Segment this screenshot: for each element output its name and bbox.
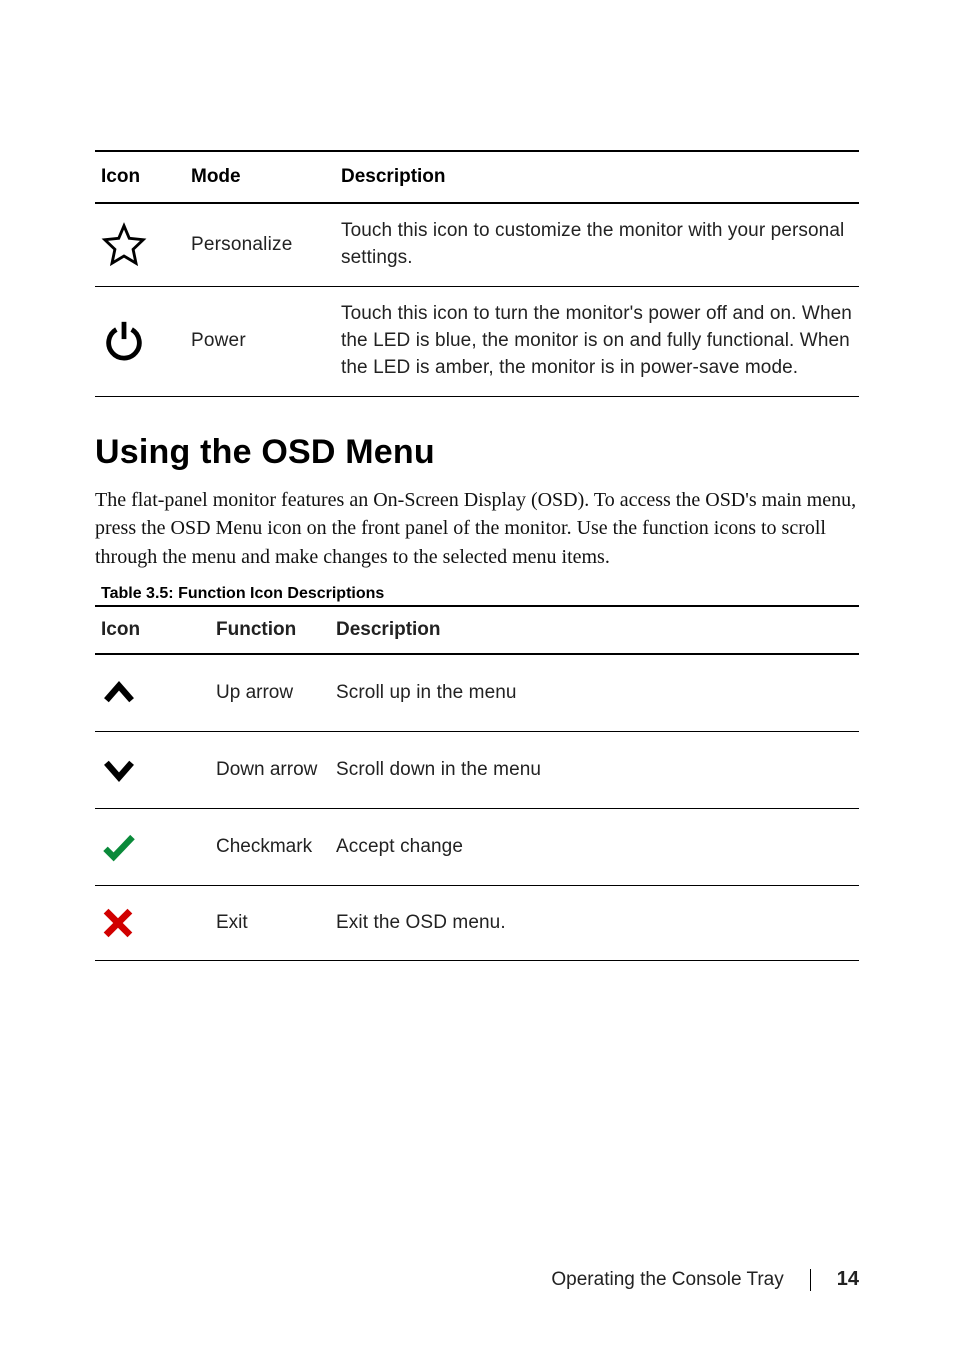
function-description: Accept change <box>330 809 859 886</box>
tableA-header-icon: Icon <box>95 151 185 203</box>
function-label: Down arrow <box>210 732 330 809</box>
table-row: Checkmark Accept change <box>95 809 859 886</box>
power-icon <box>101 318 147 364</box>
table-row: Down arrow Scroll down in the menu <box>95 732 859 809</box>
exit-icon-cell <box>95 886 210 961</box>
mode-description: Touch this icon to turn the monitor's po… <box>335 286 859 396</box>
footer-divider <box>810 1269 811 1291</box>
function-icon-table: Icon Function Description Up arrow Scrol… <box>95 605 859 961</box>
tableB-header-function: Function <box>210 606 330 654</box>
checkmark-icon-cell <box>95 809 210 886</box>
document-page: Icon Mode Description Personalize Touch … <box>0 0 954 1351</box>
page-footer: Operating the Console Tray 14 <box>551 1268 859 1291</box>
down-arrow-icon <box>101 752 137 788</box>
tableA-header-mode: Mode <box>185 151 335 203</box>
table-row: Exit Exit the OSD menu. <box>95 886 859 961</box>
tableA-header-description: Description <box>335 151 859 203</box>
table-row: Personalize Touch this icon to customize… <box>95 203 859 286</box>
section-body: The flat-panel monitor features an On-Sc… <box>95 486 859 571</box>
up-arrow-icon <box>101 675 137 711</box>
tableB-caption: Table 3.5: Function Icon Descriptions <box>95 585 859 603</box>
star-icon <box>101 222 147 268</box>
power-icon-cell <box>95 286 185 396</box>
table-row: Power Touch this icon to turn the monito… <box>95 286 859 396</box>
mode-description: Touch this icon to customize the monitor… <box>335 203 859 286</box>
footer-page-number: 14 <box>837 1268 859 1291</box>
mode-icon-table: Icon Mode Description Personalize Touch … <box>95 150 859 397</box>
function-description: Exit the OSD menu. <box>330 886 859 961</box>
table-row: Up arrow Scroll up in the menu <box>95 654 859 732</box>
function-label: Exit <box>210 886 330 961</box>
function-label: Up arrow <box>210 654 330 732</box>
section-title: Using the OSD Menu <box>95 433 859 472</box>
mode-label: Personalize <box>185 203 335 286</box>
function-description: Scroll down in the menu <box>330 732 859 809</box>
tableB-header-icon: Icon <box>95 606 210 654</box>
tableB-header-description: Description <box>330 606 859 654</box>
checkmark-icon <box>101 829 137 865</box>
personalize-icon-cell <box>95 203 185 286</box>
footer-chapter: Operating the Console Tray <box>551 1269 783 1291</box>
function-label: Checkmark <box>210 809 330 886</box>
mode-label: Power <box>185 286 335 396</box>
down-arrow-icon-cell <box>95 732 210 809</box>
up-arrow-icon-cell <box>95 654 210 732</box>
function-description: Scroll up in the menu <box>330 654 859 732</box>
exit-icon <box>101 906 135 940</box>
